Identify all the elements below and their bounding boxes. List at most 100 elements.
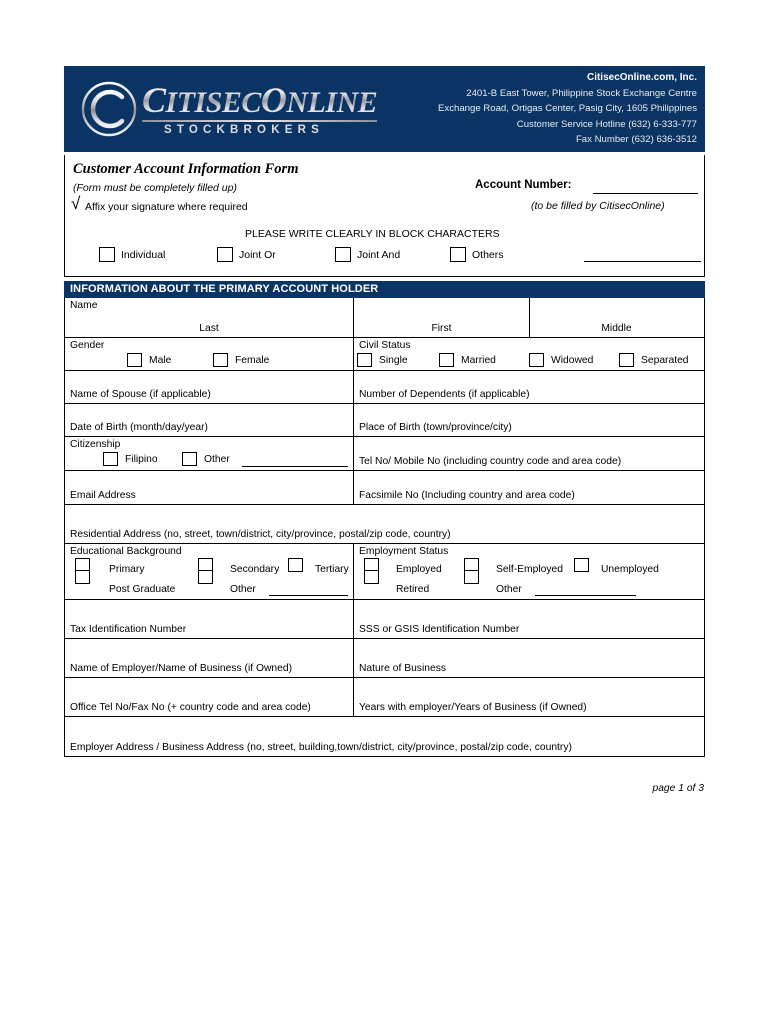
field-years-with-employer[interactable]: Years with employer/Years of Business (i… xyxy=(354,678,703,716)
name-first-label: First xyxy=(431,323,452,334)
gender-option-female[interactable]: Female xyxy=(213,353,269,367)
row-spouse-dependents: Name of Spouse (if applicable) Number of… xyxy=(65,371,704,404)
civil-status-married[interactable]: Married xyxy=(439,353,496,367)
row-residential-address: Residential Address (no, street, town/di… xyxy=(65,505,704,544)
field-tax-identification-number[interactable]: Tax Identification Number xyxy=(65,600,354,638)
employment-other-input[interactable] xyxy=(535,595,636,596)
checkbox-icon[interactable] xyxy=(529,353,544,367)
account-type-joint-and[interactable]: Joint And xyxy=(335,247,400,262)
checkbox-icon[interactable] xyxy=(213,353,228,367)
row-email-facsimile: Email Address Facsimile No (Including co… xyxy=(65,471,704,505)
field-sss-gsis-number[interactable]: SSS or GSIS Identification Number xyxy=(354,600,703,638)
gender-option-label: Male xyxy=(149,354,172,366)
field-employer-name[interactable]: Name of Employer/Name of Business (if Ow… xyxy=(65,639,354,677)
employment-option-retired-label: Retired xyxy=(396,584,430,595)
checkbox-icon[interactable] xyxy=(450,247,466,262)
field-name-first[interactable]: First xyxy=(354,298,530,337)
customer-service-hotline: Customer Service Hotline (632) 6-333-777 xyxy=(516,118,697,130)
employment-option-unemployed-label: Unemployed xyxy=(601,564,659,575)
account-type-joint-or[interactable]: Joint Or xyxy=(217,247,276,262)
wordmark-divider xyxy=(142,120,378,122)
employer-name-label: Name of Employer/Name of Business (if Ow… xyxy=(70,663,293,674)
email-label: Email Address xyxy=(70,490,136,501)
checkbox-icon[interactable] xyxy=(103,452,118,466)
row-tin-sss: Tax Identification Number SSS or GSIS Id… xyxy=(65,600,704,639)
field-employment-status: Employment Status Employed Retired Self-… xyxy=(354,544,703,599)
wordmark-text: CITISECONLINE xyxy=(142,80,378,120)
field-email-address[interactable]: Email Address xyxy=(65,471,354,504)
field-name-last[interactable]: Name Last xyxy=(65,298,354,337)
checkbox-icon[interactable] xyxy=(99,247,115,262)
field-facsimile-no[interactable]: Facsimile No (Including country and area… xyxy=(354,471,703,504)
employment-option-employed-label: Employed xyxy=(396,564,442,575)
citisec-wordmark: CITISECONLINE STOCKBROKERS xyxy=(142,80,378,136)
checkbox-icon[interactable] xyxy=(357,353,372,367)
field-number-of-dependents[interactable]: Number of Dependents (if applicable) xyxy=(354,371,703,403)
field-tel-mobile-no[interactable]: Tel No/ Mobile No (including country cod… xyxy=(354,437,703,470)
account-number-input[interactable] xyxy=(593,193,698,194)
civil-status-widowed[interactable]: Widowed xyxy=(529,353,593,367)
field-employer-address[interactable]: Employer Address / Business Address (no,… xyxy=(65,717,703,756)
section-header-primary-account-holder: INFORMATION ABOUT THE PRIMARY ACCOUNT HO… xyxy=(64,281,705,298)
row-gender-civil-status: Gender Male Female Civil Status Single M… xyxy=(65,338,704,371)
name-label: Name xyxy=(70,300,98,311)
checkbox-icon[interactable] xyxy=(439,353,454,367)
education-option-tertiary-label: Tertiary xyxy=(315,564,349,575)
checkbox-icon[interactable] xyxy=(288,558,303,572)
account-type-label: Others xyxy=(472,248,504,261)
civil-status-label-option: Widowed xyxy=(551,354,594,366)
field-place-of-birth[interactable]: Place of Birth (town/province/city) xyxy=(354,404,703,436)
field-residential-address[interactable]: Residential Address (no, street, town/di… xyxy=(65,505,703,543)
civil-status-single[interactable]: Single xyxy=(357,353,408,367)
account-type-individual[interactable]: Individual xyxy=(99,247,165,262)
civil-status-label-option: Separated xyxy=(641,354,689,366)
account-type-others[interactable]: Others xyxy=(450,247,504,262)
field-date-of-birth[interactable]: Date of Birth (month/day/year) xyxy=(65,404,354,436)
row-employer-nature: Name of Employer/Name of Business (if Ow… xyxy=(65,639,704,678)
civil-status-separated[interactable]: Separated xyxy=(619,353,689,367)
name-last-label: Last xyxy=(199,323,219,334)
education-option-secondary-label: Secondary xyxy=(230,564,280,575)
field-nature-of-business[interactable]: Nature of Business xyxy=(354,639,703,677)
education-other-input[interactable] xyxy=(269,595,348,596)
employer-address-label: Employer Address / Business Address (no,… xyxy=(70,742,572,753)
citisec-c-emblem-icon xyxy=(80,80,138,138)
checkbox-icon[interactable] xyxy=(182,452,197,466)
brand-logo: CITISECONLINE STOCKBROKERS xyxy=(64,66,384,152)
checkbox-icon[interactable] xyxy=(127,353,142,367)
checkbox-icon[interactable] xyxy=(198,570,213,585)
citizenship-other-input[interactable] xyxy=(242,466,348,467)
to-be-filled-note: (to be filled by CitisecOnline) xyxy=(531,200,665,212)
civil-status-label-option: Single xyxy=(379,354,408,366)
years-with-employer-label: Years with employer/Years of Business (i… xyxy=(359,702,587,713)
nature-of-business-label: Nature of Business xyxy=(359,663,446,674)
row-birth: Date of Birth (month/day/year) Place of … xyxy=(65,404,704,437)
employment-option-self-employed-label: Self-Employed xyxy=(496,564,563,575)
sss-gsis-label: SSS or GSIS Identification Number xyxy=(359,624,520,635)
row-education-employment: Educational Background Primary Post Grad… xyxy=(65,544,704,600)
checkbox-icon[interactable] xyxy=(335,247,351,262)
row-employer-address: Employer Address / Business Address (no,… xyxy=(65,717,704,756)
block-characters-note: PLEASE WRITE CLEARLY IN BLOCK CHARACTERS xyxy=(245,228,500,240)
citizenship-other[interactable]: Other xyxy=(182,452,230,466)
checkbox-icon[interactable] xyxy=(574,558,589,572)
gender-option-label: Female xyxy=(235,354,270,366)
office-tel-label: Office Tel No/Fax No (+ country code and… xyxy=(70,702,311,713)
field-name-middle[interactable]: Middle xyxy=(530,298,703,337)
tel-no-label: Tel No/ Mobile No (including country cod… xyxy=(359,456,622,467)
checkbox-icon[interactable] xyxy=(217,247,233,262)
primary-account-holder-fields: Name Last First Middle Gender Male Femal… xyxy=(64,298,705,757)
field-spouse-name[interactable]: Name of Spouse (if applicable) xyxy=(65,371,354,403)
gender-option-male[interactable]: Male xyxy=(127,353,171,367)
account-type-others-input[interactable] xyxy=(584,261,701,262)
checkbox-icon[interactable] xyxy=(364,570,379,585)
checkbox-icon[interactable] xyxy=(75,570,90,585)
checkbox-icon[interactable] xyxy=(619,353,634,367)
wordmark-subtitle: STOCKBROKERS xyxy=(164,124,324,136)
checkbox-icon[interactable] xyxy=(464,570,479,585)
account-type-label: Joint Or xyxy=(239,248,276,261)
citizenship-filipino[interactable]: Filipino xyxy=(103,452,158,466)
field-office-tel-fax[interactable]: Office Tel No/Fax No (+ country code and… xyxy=(65,678,354,716)
affix-signature-note: Affix your signature where required xyxy=(85,201,248,213)
form-page: CITISECONLINE STOCKBROKERS CitisecOnline… xyxy=(0,0,770,1024)
